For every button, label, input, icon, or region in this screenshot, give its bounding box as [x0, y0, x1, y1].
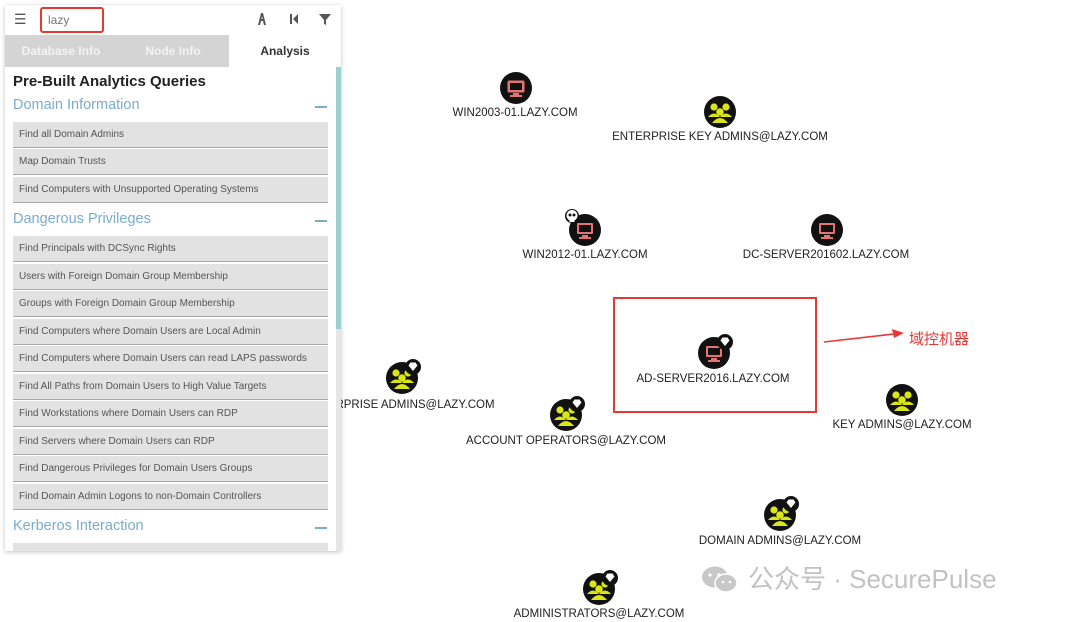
computer-icon [500, 72, 532, 104]
diamond-icon [783, 496, 799, 512]
diamond-icon [405, 359, 421, 375]
node-label: DC-SERVER201602.LAZY.COM [742, 249, 910, 261]
query-item[interactable]: Find Workstations where Domain Users can… [13, 401, 328, 427]
filter-icon[interactable] [318, 12, 332, 26]
tab-analysis[interactable]: Analysis [229, 35, 341, 67]
search-input[interactable] [40, 7, 104, 33]
query-item[interactable]: Map Domain Trusts [13, 149, 328, 175]
query-item[interactable]: Find Computers where Domain Users can re… [13, 346, 328, 372]
query-item[interactable] [13, 543, 328, 551]
diamond-icon [569, 396, 585, 412]
query-item[interactable]: Find Dangerous Privileges for Domain Use… [13, 456, 328, 482]
group-icon [704, 96, 736, 128]
wechat-icon [702, 566, 738, 593]
menu-icon[interactable]: ☰ [14, 12, 28, 26]
section-domain-information[interactable]: Domain Information [13, 97, 327, 117]
query-item[interactable]: Find all Domain Admins [13, 122, 328, 148]
section-title: Domain Information [13, 97, 140, 113]
query-item[interactable]: Find Principals with DCSync Rights [13, 236, 328, 262]
group-icon [886, 384, 918, 416]
node-label: RPRISE ADMINS@LAZY.COM [335, 399, 495, 411]
query-item[interactable]: Find All Paths from Domain Users to High… [13, 374, 328, 400]
node-label: WIN2003-01.LAZY.COM [452, 107, 578, 119]
highlight-box [613, 297, 817, 413]
node-label: WIN2012-01.LAZY.COM [522, 249, 648, 261]
section-dangerous-privileges[interactable]: Dangerous Privileges [13, 211, 327, 231]
tab-bar: Database Info Node Info Analysis [5, 35, 341, 67]
search-bar: ☰ [5, 5, 341, 35]
query-item[interactable]: Groups with Foreign Domain Group Members… [13, 291, 328, 317]
collapse-icon[interactable] [315, 106, 327, 108]
scrollbar-thumb[interactable] [336, 67, 341, 329]
annotation-label: 域控机器 [909, 331, 970, 348]
query-item[interactable]: Find Computers where Domain Users are Lo… [13, 319, 328, 345]
watermark: 公众号 · SecurePulse [700, 562, 1060, 596]
section-kerberos-interaction[interactable]: Kerberos Interaction [13, 518, 327, 538]
tab-node-info[interactable]: Node Info [117, 35, 229, 67]
collapse-icon[interactable] [315, 220, 327, 222]
diamond-icon [602, 570, 618, 586]
tab-database-info[interactable]: Database Info [5, 35, 117, 67]
node-label: ACCOUNT OPERATORS@LAZY.COM [466, 435, 666, 447]
node-label: KEY ADMINS@LAZY.COM [832, 419, 972, 431]
query-item[interactable]: Find Domain Admin Logons to non-Domain C… [13, 484, 328, 510]
node-label: DOMAIN ADMINS@LAZY.COM [698, 535, 862, 547]
query-item[interactable]: Find Servers where Domain Users can RDP [13, 429, 328, 455]
arrow-icon [823, 329, 904, 343]
query-item[interactable]: Find Computers with Unsupported Operatin… [13, 177, 328, 203]
panel-title: Pre-Built Analytics Queries [13, 73, 206, 90]
node-label: ENTERPRISE KEY ADMINS@LAZY.COM [612, 131, 828, 143]
computer-icon [811, 214, 843, 246]
section-title: Dangerous Privileges [13, 211, 151, 227]
analysis-content: Pre-Built Analytics Queries Domain Infor… [5, 67, 335, 551]
back-icon[interactable] [287, 12, 301, 26]
section-title: Kerberos Interaction [13, 518, 144, 534]
pathfinding-icon[interactable] [255, 12, 269, 26]
collapse-icon[interactable] [315, 527, 327, 529]
skull-icon [565, 209, 579, 223]
node-label: ADMINISTRATORS@LAZY.COM [513, 608, 685, 620]
query-item[interactable]: Users with Foreign Domain Group Membersh… [13, 264, 328, 290]
watermark-text: 公众号 · SecurePulse [748, 564, 997, 594]
search-panel: ☰ Database Info Node Info Analysis Pre-B… [5, 5, 341, 551]
